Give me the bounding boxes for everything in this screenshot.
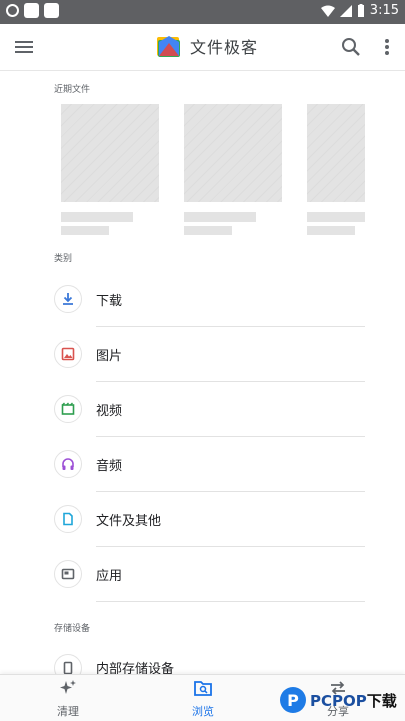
recent-files-heading: 近期文件 xyxy=(54,85,91,95)
categories-heading: 类别 xyxy=(54,254,73,264)
divider xyxy=(96,601,365,602)
recent-file-meta-placeholder xyxy=(184,226,232,235)
sparkle-icon xyxy=(60,680,76,694)
category-label: 音频 xyxy=(96,459,123,474)
notification-icon xyxy=(24,3,39,18)
category-videos[interactable]: 视频 xyxy=(0,383,405,437)
category-apps[interactable]: 应用 xyxy=(0,548,405,602)
category-label: 下载 xyxy=(96,294,123,309)
files-go-logo-icon xyxy=(157,36,180,57)
watermark-logo-icon: P xyxy=(280,687,306,713)
watermark: P PCPOP下载 xyxy=(280,680,405,720)
status-bar: 3:15 xyxy=(0,0,405,24)
image-icon xyxy=(54,340,82,368)
watermark-text: PCPOP下载 xyxy=(310,691,397,710)
recent-file-name-placeholder xyxy=(61,212,133,222)
recent-file-name-placeholder xyxy=(307,212,365,222)
menu-icon[interactable] xyxy=(12,36,36,58)
download-icon xyxy=(54,285,82,313)
signal-icon xyxy=(339,4,352,17)
tab-label: 清理 xyxy=(57,705,79,718)
recent-file-name-placeholder xyxy=(184,212,256,222)
recent-file-card[interactable] xyxy=(184,104,282,235)
sync-icon xyxy=(6,4,19,17)
divider xyxy=(96,326,365,327)
wifi-icon xyxy=(320,5,335,17)
battery-icon xyxy=(357,4,364,17)
tab-browse[interactable]: 浏览 xyxy=(173,679,233,719)
headphones-icon xyxy=(54,450,82,478)
video-icon xyxy=(54,395,82,423)
recent-file-thumbnail xyxy=(184,104,282,202)
notification-icon xyxy=(44,3,59,18)
divider xyxy=(96,436,365,437)
divider xyxy=(96,381,365,382)
browse-icon xyxy=(194,681,212,696)
category-label: 图片 xyxy=(96,349,123,364)
storage-heading: 存储设备 xyxy=(54,624,91,634)
brand: 文件极客 xyxy=(156,34,258,58)
more-options-icon[interactable] xyxy=(378,36,396,58)
divider xyxy=(96,546,365,547)
category-images[interactable]: 图片 xyxy=(0,328,405,382)
tab-clean[interactable]: 清理 xyxy=(38,679,98,719)
recent-file-meta-placeholder xyxy=(61,226,109,235)
document-icon xyxy=(54,505,82,533)
category-label: 文件及其他 xyxy=(96,514,162,529)
recent-file-card[interactable] xyxy=(307,104,365,235)
status-time: 3:15 xyxy=(369,3,399,18)
recent-file-thumbnail xyxy=(61,104,159,202)
divider xyxy=(96,491,365,492)
category-label: 视频 xyxy=(96,404,123,419)
app-icon xyxy=(54,560,82,588)
app-title: 文件极客 xyxy=(190,38,259,57)
recent-file-thumbnail xyxy=(307,104,365,202)
recent-file-card[interactable] xyxy=(61,104,159,235)
tab-label: 浏览 xyxy=(192,705,214,718)
category-label: 应用 xyxy=(96,569,123,584)
category-downloads[interactable]: 下载 xyxy=(0,273,405,327)
search-icon[interactable] xyxy=(340,36,362,58)
app-bar: 文件极客 xyxy=(0,24,405,71)
category-documents[interactable]: 文件及其他 xyxy=(0,493,405,547)
category-audio[interactable]: 音频 xyxy=(0,438,405,492)
recent-file-meta-placeholder xyxy=(307,226,355,235)
